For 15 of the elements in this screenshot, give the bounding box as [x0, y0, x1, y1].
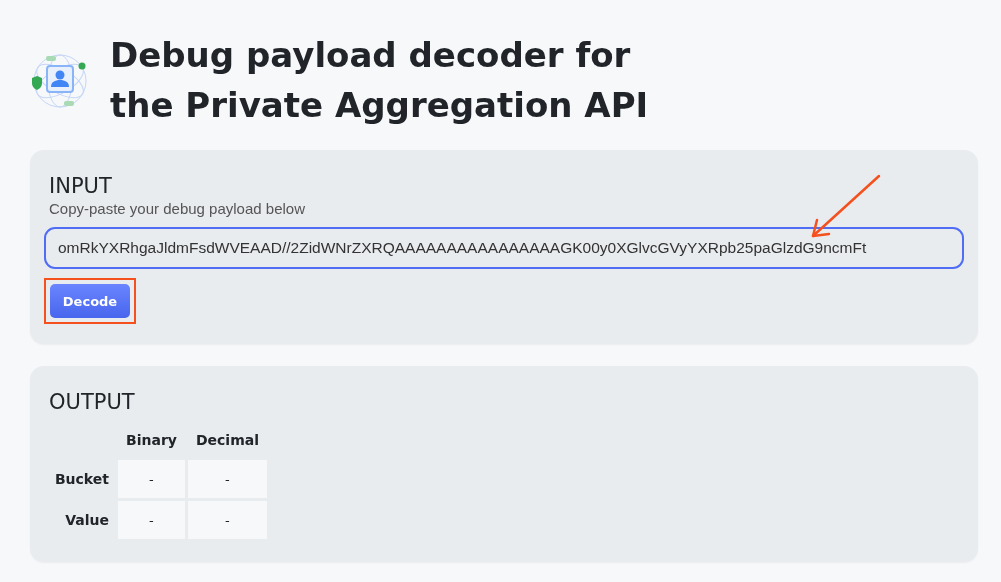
row-header: Bucket [53, 470, 110, 489]
page-title: Debug payload decoder for the Private Aggregation API [110, 34, 650, 127]
table-cell: - [187, 501, 267, 539]
instruction-text: Copy-paste your debug payload below [48, 200, 306, 217]
payload-field[interactable]: omRkYXRhgaJldmFsdWVEAAD//2ZidWNrZXRQAAAAAAAAAAAAAAAAGK00y0XGlvcGVyYXRpb25paGlzdG9ncmFt [44, 227, 964, 269]
row-header: Value [64, 511, 110, 530]
table-cell: - [118, 460, 185, 498]
decode-button[interactable]: Decode [50, 284, 130, 318]
column-header: Binary [125, 431, 178, 450]
column-header: Decimal [194, 431, 260, 450]
section-heading: OUTPUT [48, 389, 136, 416]
table-cell: - [187, 460, 267, 498]
section-heading: INPUT [48, 173, 113, 200]
table-cell: - [118, 501, 185, 539]
profile-globe-icon [30, 51, 88, 109]
